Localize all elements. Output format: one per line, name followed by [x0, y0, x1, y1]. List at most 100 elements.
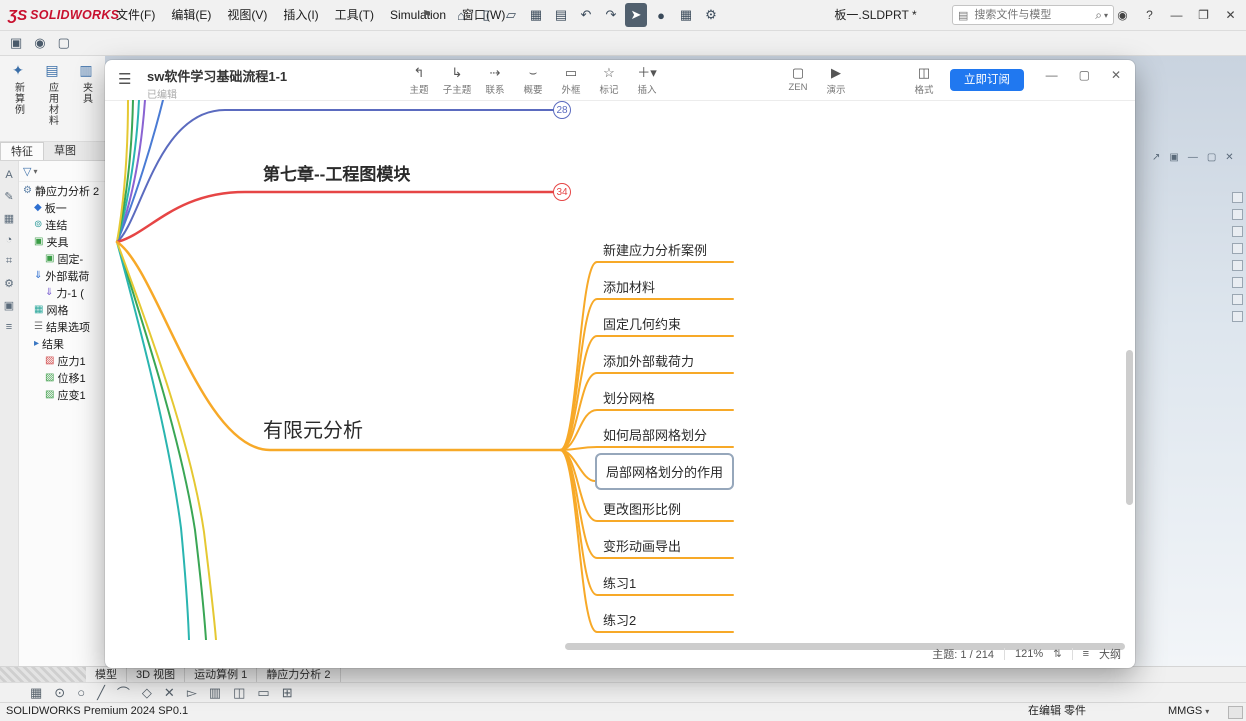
status-corner-chip[interactable] [1228, 706, 1243, 719]
sketch-tool-icon[interactable]: ╱ [97, 685, 105, 701]
xmind-tool-button[interactable]: ↰ 主题 [400, 63, 438, 96]
mindmap-node[interactable]: 如何局部网格划分 [603, 425, 707, 444]
toolbar-icon[interactable]: ▱ [500, 3, 522, 27]
xmind-tool-button[interactable]: ⇢ 联系 [476, 63, 514, 96]
command-button[interactable]: ✦ 新算例 [2, 59, 34, 138]
xmind-mode-button[interactable]: ▢ ZEN [779, 63, 817, 96]
toolbar-icon[interactable]: ⚙ [700, 3, 722, 27]
toolbar-icon[interactable]: ▤ [550, 3, 572, 27]
feature-tab[interactable]: 特征 [0, 142, 44, 160]
xmind-tool-button[interactable]: ▭ 外框 [552, 63, 590, 96]
menu-item[interactable]: Simulation [382, 0, 454, 30]
menu-item[interactable]: 工具(T) [327, 0, 382, 30]
xmind-tool-button[interactable]: ☆ 标记 [590, 63, 628, 96]
sketch-tool-icon[interactable]: ○ [77, 685, 85, 700]
outline-button[interactable]: 大纲 [1099, 646, 1121, 662]
sketch-tool-icon[interactable]: ⊞ [282, 685, 293, 701]
study-tab[interactable]: 静应力分析 2 [257, 667, 341, 683]
mindmap-node[interactable]: 更改图形比例 [603, 499, 681, 518]
viewport-control-icon[interactable]: ✕ [1225, 152, 1233, 163]
panel-chip[interactable] [1232, 226, 1243, 237]
tree-item[interactable]: ☰ 结果选项 [19, 318, 105, 335]
tree-item[interactable]: ◆ 板一 [19, 199, 105, 216]
panel-chip[interactable] [1232, 243, 1243, 254]
zoom-level[interactable]: 121% [1015, 648, 1043, 660]
mindmap-node[interactable]: 添加外部载荷力 [603, 351, 694, 370]
tree-item[interactable]: ▦ 网格 [19, 301, 105, 318]
sketch-tool-icon[interactable]: ▦ [30, 685, 42, 701]
sketch-tool-icon[interactable]: ◫ [233, 685, 245, 701]
user-icon[interactable]: ◉ [1111, 4, 1134, 26]
sketch-tool-icon[interactable]: ▭ [257, 685, 269, 701]
study-tab[interactable]: 3D 视图 [127, 667, 186, 683]
tree-item[interactable]: ⇓ 力-1 ( [19, 284, 105, 301]
tree-item[interactable]: ▣ 夹具 [19, 233, 105, 250]
mindmap-node[interactable]: 练习2 [603, 610, 636, 629]
study-tab[interactable]: 运动算例 1 [185, 667, 258, 683]
panel-chip[interactable] [1232, 277, 1243, 288]
study-tab[interactable]: 模型 [86, 667, 127, 683]
tree-item[interactable]: ⇓ 外部载荷 [19, 267, 105, 284]
mindmap-node[interactable]: 变形动画导出 [603, 536, 681, 555]
quickbar-icon[interactable]: ▣ [10, 35, 22, 51]
side-strip-icon[interactable]: ⚙ [4, 277, 14, 290]
vertical-scrollbar[interactable] [1126, 350, 1133, 505]
minimize-button[interactable]: — [1165, 4, 1188, 26]
toolbar-icon[interactable]: ● [650, 3, 672, 27]
panel-chip[interactable] [1232, 294, 1243, 305]
viewport-control-icon[interactable]: ▣ [1169, 152, 1178, 163]
mindmap-canvas[interactable]: 第七章--工程图模块 有限元分析 28 34 新建应力分析案例 添加材料 固定几何约… [105, 100, 1135, 640]
side-strip-icon[interactable]: A [5, 169, 12, 181]
toolbar-icon[interactable]: ▦ [525, 3, 547, 27]
mindmap-node[interactable]: 固定几何约束 [603, 314, 681, 333]
toolbar-icon[interactable]: ↷ [600, 3, 622, 27]
mindmap-node[interactable]: 局部网格划分的作用 [595, 453, 735, 490]
sketch-tool-icon[interactable]: ⊙ [54, 685, 65, 701]
toolbar-icon[interactable]: ▦ [675, 3, 697, 27]
xmind-tool-button[interactable]: ↳ 子主题 [438, 63, 476, 96]
panel-chip[interactable] [1232, 311, 1243, 322]
sketch-tool-icon[interactable]: ▻ [187, 685, 197, 701]
panel-chip[interactable] [1232, 209, 1243, 220]
xmind-maximize-button[interactable]: ▢ [1079, 68, 1090, 82]
tree-item[interactable]: ▸ 结果 [19, 335, 105, 352]
viewport-control-icon[interactable]: ↗ [1152, 152, 1160, 163]
outline-icon[interactable]: ≡ [1083, 648, 1089, 660]
sketch-tool-icon[interactable]: ▥ [209, 685, 221, 701]
side-strip-icon[interactable]: ≡ [6, 321, 12, 333]
toolbar-icon[interactable]: ➤ [625, 3, 647, 27]
sketch-tool-icon[interactable]: ◇ [142, 685, 152, 701]
xmind-minimize-button[interactable]: — [1046, 68, 1058, 82]
tree-item[interactable]: ▨ 位移1 [19, 369, 105, 386]
quickbar-icon[interactable]: ◉ [34, 35, 45, 51]
hamburger-menu-icon[interactable]: ☰ [118, 70, 131, 88]
help-icon[interactable]: ? [1138, 4, 1161, 26]
search-box[interactable]: ▤ ⌕ ▾ [952, 5, 1114, 25]
tree-item[interactable]: ▨ 应变1 [19, 386, 105, 403]
panel-chip[interactable] [1232, 192, 1243, 203]
side-strip-icon[interactable]: ✎ [4, 190, 13, 203]
quickbar-icon[interactable]: ▢ [58, 35, 70, 51]
command-button[interactable]: ▤ 应用材料 [36, 59, 68, 138]
search-caret-icon[interactable]: ▾ [1104, 11, 1108, 20]
search-input[interactable] [972, 8, 1096, 22]
toolbar-icon[interactable]: ▯ [475, 3, 497, 27]
panel-chip[interactable] [1232, 260, 1243, 271]
mindmap-node[interactable]: 新建应力分析案例 [603, 240, 707, 259]
mindmap-node[interactable]: 划分网格 [603, 388, 655, 407]
viewport-control-icon[interactable]: ▢ [1207, 152, 1216, 163]
mindmap-node[interactable]: 练习1 [603, 573, 636, 592]
viewport-control-icon[interactable]: — [1188, 152, 1198, 163]
sketch-tool-icon[interactable]: ⌒ [117, 683, 130, 702]
pin-icon[interactable]: ⚑ [422, 8, 432, 21]
status-units[interactable]: MMGS ▾ [1168, 703, 1209, 720]
menu-item[interactable]: 文件(F) [108, 0, 163, 30]
xmind-tool-button[interactable]: ⌣ 概要 [514, 63, 552, 96]
close-button[interactable]: ✕ [1219, 4, 1242, 26]
side-strip-icon[interactable]: ◔ [6, 234, 13, 246]
xmind-close-button[interactable]: ✕ [1111, 68, 1121, 82]
menu-item[interactable]: 编辑(E) [163, 0, 219, 30]
toolbar-icon[interactable]: ⌂ [450, 3, 472, 27]
xmind-mode-button[interactable]: ▶ 演示 [817, 63, 855, 96]
toolbar-icon[interactable]: ↶ [575, 3, 597, 27]
